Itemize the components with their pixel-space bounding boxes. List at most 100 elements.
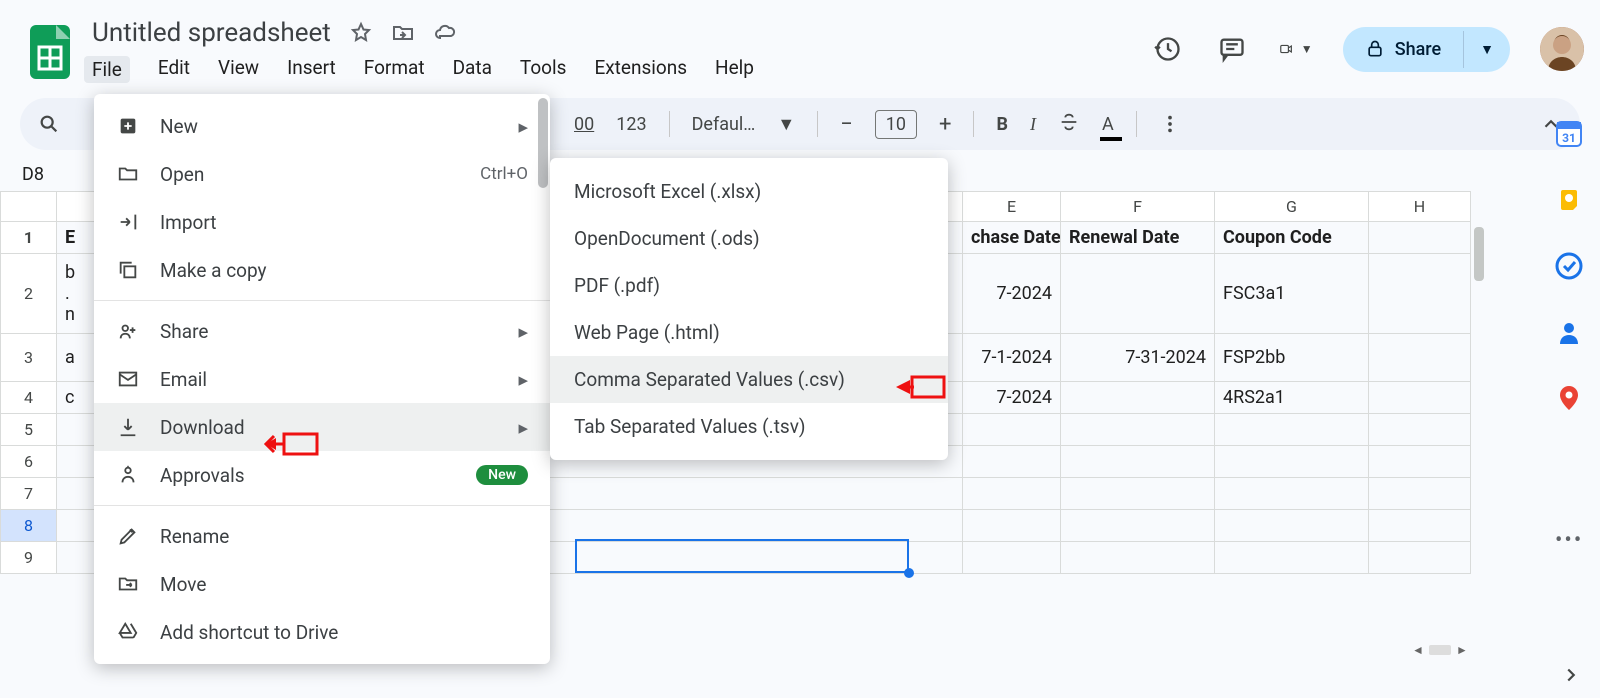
star-icon[interactable] [349,21,373,45]
cloud-status-icon[interactable] [433,21,457,45]
cell[interactable] [1369,478,1471,510]
cell[interactable] [1061,382,1215,414]
doc-title[interactable]: Untitled spreadsheet [92,16,331,50]
menu-item-share[interactable]: Share ▸ [94,307,550,355]
submenu-item-csv[interactable]: Comma Separated Values (.csv) [550,356,948,403]
vertical-scrollbar[interactable] [1474,227,1484,281]
cell[interactable] [1369,382,1471,414]
account-avatar[interactable] [1540,27,1584,71]
cell[interactable]: chase Date [963,222,1061,254]
menu-file[interactable]: File [84,56,130,83]
row-header[interactable]: 1 [1,222,57,254]
cell[interactable] [1061,254,1215,334]
cell[interactable] [1369,222,1471,254]
search-icon[interactable] [38,113,60,135]
col-header-e[interactable]: E [963,192,1061,222]
calendar-app-icon[interactable]: 31 [1555,120,1583,148]
row-header[interactable]: 7 [1,478,57,510]
history-icon[interactable] [1151,32,1185,66]
bold-button[interactable]: B [996,114,1008,135]
col-header-h[interactable]: H [1369,192,1471,222]
sheets-logo[interactable] [28,23,72,81]
row-header[interactable]: 3 [1,334,57,382]
cell[interactable] [963,414,1061,446]
font-size-decrease[interactable]: − [840,112,853,137]
cell[interactable] [1215,446,1369,478]
menu-item-approvals[interactable]: Approvals New [94,451,550,499]
cell[interactable] [1369,542,1471,574]
hide-sidepanel-icon[interactable] [1560,664,1582,690]
name-box[interactable]: D8 [22,164,82,185]
menu-item-email[interactable]: Email ▸ [94,355,550,403]
menu-item-import[interactable]: Import [94,198,550,246]
share-button[interactable]: Share [1343,27,1463,72]
cell[interactable] [1061,414,1215,446]
decimal-suffix[interactable]: 00 [574,114,594,135]
maps-app-icon[interactable] [1555,384,1583,412]
italic-button[interactable]: I [1030,114,1036,135]
row-header[interactable]: 9 [1,542,57,574]
menu-format[interactable]: Format [364,56,425,83]
cell[interactable] [1369,446,1471,478]
cell[interactable]: Coupon Code [1215,222,1369,254]
strikethrough-button[interactable] [1058,111,1080,138]
contacts-app-icon[interactable] [1555,318,1583,346]
submenu-item-tsv[interactable]: Tab Separated Values (.tsv) [550,403,948,450]
meet-icon[interactable]: ▼ [1279,32,1313,66]
cell[interactable]: 7-1-2024 [963,334,1061,382]
horizontal-scroll-buttons[interactable]: ◄► [1410,642,1470,658]
text-color-button[interactable]: A [1102,114,1114,135]
more-apps-icon[interactable]: ••• [1555,528,1583,556]
cell[interactable] [1061,542,1215,574]
selection-handle[interactable] [904,568,914,578]
row-header[interactable]: 2 [1,254,57,334]
cell[interactable] [1369,510,1471,542]
cell[interactable] [1215,542,1369,574]
menu-item-make-copy[interactable]: Make a copy [94,246,550,294]
cell[interactable] [1061,510,1215,542]
cell[interactable] [1369,254,1471,334]
cell[interactable] [1369,414,1471,446]
cell[interactable] [1061,478,1215,510]
menu-item-download[interactable]: Download ▸ [94,403,550,451]
submenu-item-xlsx[interactable]: Microsoft Excel (.xlsx) [550,168,948,215]
menu-help[interactable]: Help [715,56,754,83]
number-format[interactable]: 123 [616,114,646,135]
cell[interactable] [1215,510,1369,542]
comments-icon[interactable] [1215,32,1249,66]
row-header[interactable]: 6 [1,446,57,478]
font-size-input[interactable]: 10 [875,110,917,139]
cell[interactable] [1369,334,1471,382]
menu-item-new[interactable]: New ▸ [94,102,550,150]
col-header-g[interactable]: G [1215,192,1369,222]
share-dropdown[interactable]: ▼ [1463,31,1510,68]
menu-view[interactable]: View [218,56,259,83]
row-header[interactable]: 5 [1,414,57,446]
row-header[interactable]: 8 [1,510,57,542]
submenu-item-pdf[interactable]: PDF (.pdf) [550,262,948,309]
menu-item-add-shortcut[interactable]: Add shortcut to Drive [94,608,550,656]
menu-item-open[interactable]: Open Ctrl+O [94,150,550,198]
cell[interactable]: 7-31-2024 [1061,334,1215,382]
move-to-folder-icon[interactable] [391,21,415,45]
submenu-item-ods[interactable]: OpenDocument (.ods) [550,215,948,262]
cell[interactable]: Renewal Date [1061,222,1215,254]
submenu-item-html[interactable]: Web Page (.html) [550,309,948,356]
font-dropdown-icon[interactable]: ▼ [777,114,795,135]
menu-data[interactable]: Data [453,56,492,83]
cell[interactable] [1061,446,1215,478]
cell[interactable] [963,510,1061,542]
menu-tools[interactable]: Tools [520,56,567,83]
cell[interactable]: 7-2024 [963,382,1061,414]
more-toolbar-icon[interactable] [1159,113,1181,135]
menu-edit[interactable]: Edit [158,56,190,83]
cell[interactable] [1215,414,1369,446]
keep-app-icon[interactable] [1555,186,1583,214]
cell[interactable]: 4RS2a1 [1215,382,1369,414]
menu-extensions[interactable]: Extensions [594,56,687,83]
cell[interactable] [963,446,1061,478]
cell[interactable] [963,478,1061,510]
cell[interactable] [963,542,1061,574]
menu-item-move[interactable]: Move [94,560,550,608]
cell[interactable]: FSC3a1 [1215,254,1369,334]
